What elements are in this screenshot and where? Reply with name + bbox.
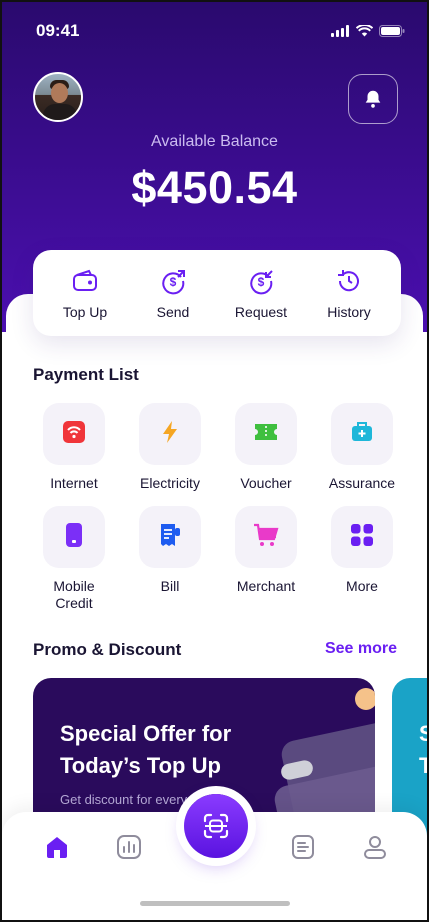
payment-voucher-label: Voucher bbox=[240, 475, 292, 491]
status-icons bbox=[331, 25, 405, 37]
send-label: Send bbox=[156, 304, 190, 320]
app-screen: 09:41 Available Balance $450.54 Top Up $… bbox=[0, 0, 429, 922]
home-icon bbox=[47, 837, 67, 858]
history-button[interactable]: History bbox=[309, 266, 389, 320]
payment-internet[interactable]: Internet bbox=[26, 403, 122, 492]
payment-mobile-credit[interactable]: Mobile Credit bbox=[26, 506, 122, 612]
receipt-icon bbox=[158, 522, 182, 553]
scan-button[interactable] bbox=[184, 794, 248, 858]
promo-card-title: Special Offer for Today’s Top Up bbox=[60, 721, 232, 778]
scan-icon bbox=[203, 813, 229, 839]
promo-section-title: Promo & Discount bbox=[33, 640, 182, 659]
history-icon bbox=[334, 266, 364, 296]
battery-icon bbox=[379, 25, 405, 37]
balance-value: $450.54 bbox=[131, 162, 298, 213]
payment-more[interactable]: More bbox=[314, 506, 410, 612]
decor-circle bbox=[355, 688, 375, 710]
nav-documents[interactable] bbox=[288, 832, 318, 862]
request-label: Request bbox=[234, 304, 288, 320]
home-indicator bbox=[140, 901, 290, 906]
status-time: 09:41 bbox=[36, 21, 80, 40]
nav-home[interactable] bbox=[42, 832, 72, 862]
balance-label: Available Balance bbox=[151, 133, 278, 150]
medical-bag-icon bbox=[350, 420, 374, 449]
request-money-icon: $ bbox=[246, 266, 276, 296]
nav-profile[interactable] bbox=[360, 832, 390, 862]
avatar[interactable] bbox=[33, 72, 83, 122]
phone-icon bbox=[63, 522, 85, 553]
wallet-icon bbox=[70, 266, 100, 296]
payment-mobile-credit-label: Mobile Credit bbox=[53, 578, 95, 611]
see-more-link[interactable]: See more bbox=[325, 640, 397, 658]
wifi-status-icon bbox=[356, 25, 373, 37]
payment-bill[interactable]: Bill bbox=[122, 506, 218, 612]
cart-icon bbox=[253, 522, 279, 553]
request-button[interactable]: $ Request bbox=[221, 266, 301, 320]
chart-icon bbox=[117, 835, 141, 859]
document-icon bbox=[292, 835, 314, 859]
payment-grid: Internet Electricity Voucher Assurance M… bbox=[26, 403, 410, 626]
payment-merchant-label: Merchant bbox=[236, 578, 296, 594]
quick-actions: Top Up $ Send $ Request History bbox=[33, 250, 401, 336]
history-label: History bbox=[327, 304, 371, 320]
payment-more-label: More bbox=[346, 578, 378, 594]
payment-assurance[interactable]: Assurance bbox=[314, 403, 410, 492]
promo-card-next-title: S T bbox=[419, 718, 427, 782]
payment-bill-label: Bill bbox=[160, 578, 180, 594]
bell-icon bbox=[365, 90, 381, 108]
grid-icon bbox=[350, 523, 374, 552]
notification-button[interactable] bbox=[348, 74, 398, 124]
payment-merchant[interactable]: Merchant bbox=[218, 506, 314, 612]
svg-text:$: $ bbox=[258, 275, 265, 289]
payment-list-title: Payment List bbox=[33, 365, 139, 384]
user-icon bbox=[364, 836, 386, 859]
send-button[interactable]: $ Send bbox=[133, 266, 213, 320]
send-money-icon: $ bbox=[158, 266, 188, 296]
payment-electricity[interactable]: Electricity bbox=[122, 403, 218, 492]
top-up-label: Top Up bbox=[62, 304, 108, 320]
nav-stats[interactable] bbox=[114, 832, 144, 862]
svg-text:$: $ bbox=[170, 275, 177, 289]
status-bar: 09:41 bbox=[36, 20, 405, 42]
payment-electricity-label: Electricity bbox=[140, 475, 200, 491]
voucher-icon bbox=[253, 421, 279, 448]
payment-internet-label: Internet bbox=[50, 475, 98, 491]
payment-voucher[interactable]: Voucher bbox=[218, 403, 314, 492]
top-up-button[interactable]: Top Up bbox=[45, 266, 125, 320]
signal-icon bbox=[331, 25, 349, 37]
wifi-icon bbox=[62, 420, 86, 449]
lightning-icon bbox=[158, 420, 182, 449]
payment-assurance-label: Assurance bbox=[328, 475, 396, 491]
